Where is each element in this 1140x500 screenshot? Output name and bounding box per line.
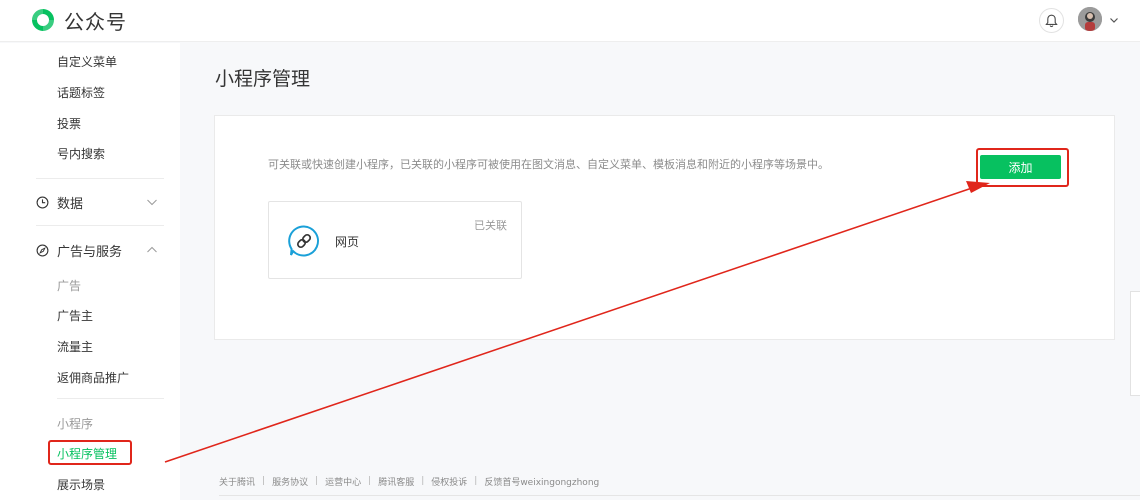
footer-link[interactable]: 服务协议	[272, 475, 308, 488]
footer-divider	[219, 495, 1140, 496]
avatar[interactable]	[1078, 7, 1102, 31]
footer-separator: |	[315, 476, 319, 486]
brand[interactable]: 公众号	[30, 5, 127, 35]
chevron-up-icon[interactable]	[146, 244, 158, 256]
status-badge: 已关联	[474, 219, 507, 232]
footer-separator: |	[262, 476, 266, 486]
footer-separator: |	[474, 476, 478, 486]
sidebar-item-display-scenes[interactable]: 展示场景	[57, 476, 105, 493]
sidebar-section-ads: 广告	[57, 279, 82, 293]
description-text: 可关联或快速创建小程序，已关联的小程序可被使用在图文消息、自定义菜单、模板消息和…	[268, 158, 829, 171]
floating-side-tab[interactable]	[1130, 291, 1140, 396]
chevron-down-icon[interactable]	[1108, 14, 1120, 26]
footer: 关于腾讯 | 服务协议 | 运营中心 | 腾讯客服 | 侵权投诉 | 反馈首号w…	[219, 474, 599, 488]
notification-button[interactable]	[1039, 8, 1064, 33]
footer-link[interactable]: 运营中心	[325, 475, 361, 488]
sidebar-item-search[interactable]: 号内搜索	[57, 145, 105, 162]
page-title: 小程序管理	[215, 68, 311, 90]
sidebar-divider	[36, 178, 164, 179]
footer-link: 反馈首号weixingongzhong	[484, 477, 600, 488]
sidebar-group-data[interactable]: 数据	[36, 192, 83, 212]
footer-link[interactable]: 关于腾讯	[219, 475, 255, 488]
sidebar-divider	[36, 225, 164, 226]
sidebar-item-custom-menu[interactable]: 自定义菜单	[57, 53, 117, 70]
sidebar-group-label: 数据	[57, 196, 84, 212]
sidebar-item-vote[interactable]: 投票	[57, 115, 81, 132]
sidebar-group-label: 广告与服务	[57, 244, 123, 260]
footer-separator: |	[421, 476, 425, 486]
compass-icon	[36, 244, 49, 256]
annotation-highlight-box	[976, 148, 1069, 187]
sidebar-divider	[57, 398, 164, 399]
footer-separator: |	[368, 476, 372, 486]
bell-icon	[1045, 14, 1058, 27]
top-bar: 公众号	[0, 0, 1140, 42]
brand-name: 公众号	[64, 9, 127, 34]
sidebar-item-commission[interactable]: 返佣商品推广	[57, 369, 129, 386]
footer-link[interactable]: 侵权投诉	[431, 475, 467, 488]
sidebar-item-publisher[interactable]: 流量主	[57, 338, 93, 355]
sidebar-group-ads[interactable]: 广告与服务	[36, 240, 122, 260]
link-icon	[288, 225, 319, 257]
card-name: 网页	[335, 235, 360, 249]
chevron-down-icon[interactable]	[146, 196, 158, 208]
sidebar-item-advertiser[interactable]: 广告主	[57, 307, 93, 324]
wechat-official-account-logo	[32, 9, 54, 31]
avatar-image	[1078, 7, 1102, 31]
footer-link[interactable]: 腾讯客服	[378, 475, 414, 488]
sidebar-section-mini-program: 小程序	[57, 417, 94, 431]
sidebar-item-topic-tags[interactable]: 话题标签	[57, 84, 105, 101]
annotation-highlight-box	[48, 440, 132, 465]
clock-icon	[36, 196, 49, 208]
mini-program-card[interactable]: 网页 已关联	[268, 201, 522, 279]
